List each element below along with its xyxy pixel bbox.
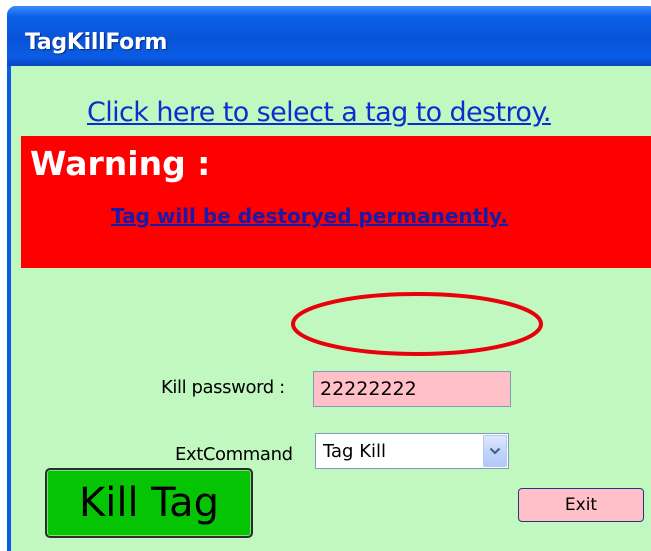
tag-kill-window: TagKillForm Click here to select a tag t… (7, 6, 651, 551)
window-title: TagKillForm (25, 30, 168, 55)
select-tag-link[interactable]: Click here to select a tag to destroy. (87, 97, 551, 128)
warning-panel: Warning : Tag will be destoryed permanen… (21, 136, 651, 268)
kill-password-label: Kill password : (161, 377, 285, 398)
title-bar[interactable]: TagKillForm (7, 6, 651, 66)
form-client-area: Click here to select a tag to destroy. W… (11, 66, 651, 551)
kill-password-input[interactable] (313, 371, 511, 407)
ext-command-select[interactable]: Tag Kill (315, 433, 509, 469)
ext-command-label: ExtCommand (175, 444, 293, 465)
ext-command-value: Tag Kill (323, 441, 386, 462)
exit-button[interactable]: Exit (518, 488, 644, 522)
warning-message: Tag will be destoryed permanently. (111, 204, 508, 228)
chevron-down-icon (489, 447, 501, 455)
dropdown-button[interactable] (483, 435, 507, 467)
warning-title: Warning : (30, 144, 211, 183)
kill-tag-button[interactable]: Kill Tag (45, 468, 253, 538)
